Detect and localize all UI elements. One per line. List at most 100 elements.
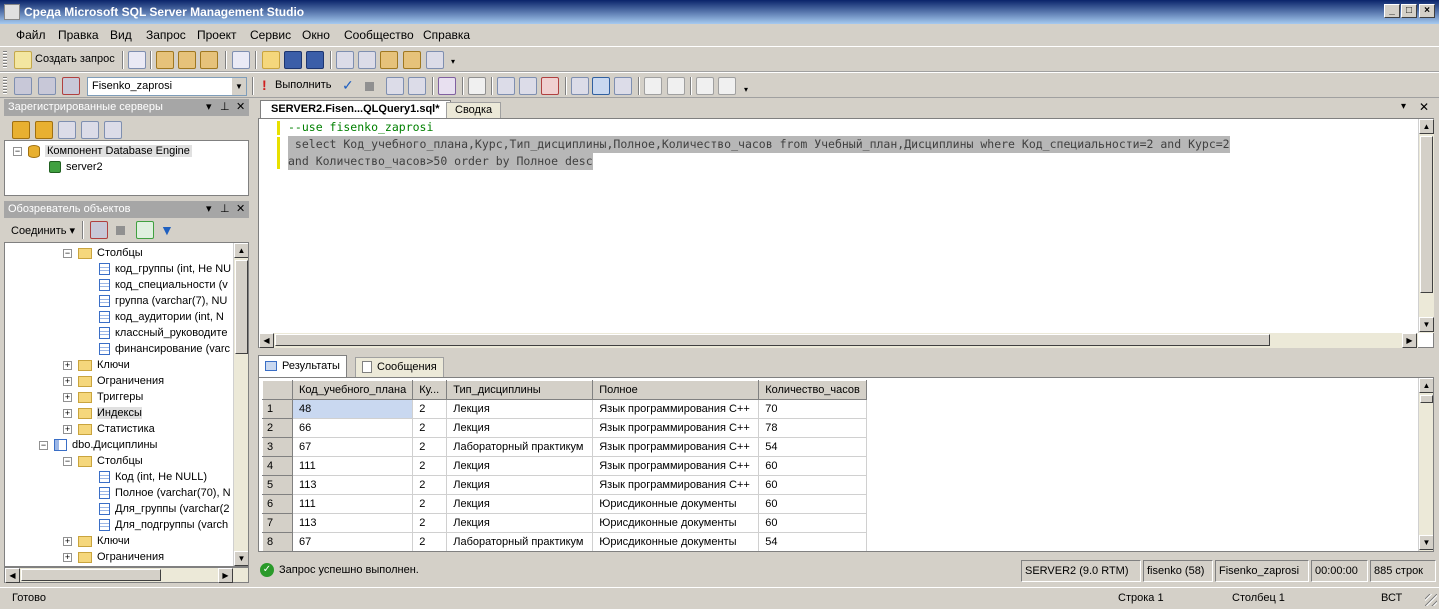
menu-file[interactable]: Файл (16, 28, 46, 42)
scroll-down-icon[interactable]: ▼ (1419, 317, 1434, 332)
increase-indent-icon[interactable] (718, 77, 736, 95)
scroll-right-icon[interactable]: ▶ (218, 568, 233, 583)
pin-icon[interactable]: ⊥ (220, 202, 230, 215)
decrease-indent-icon[interactable] (696, 77, 714, 95)
scroll-up-icon[interactable]: ▲ (1419, 119, 1434, 134)
grid-cell[interactable]: Язык программирования С++ (592, 418, 760, 438)
grid-cell[interactable]: Юрисдиконные документы (592, 513, 760, 533)
grid-vertical-scrollbar[interactable]: ▲ ▼ (1418, 378, 1433, 551)
tree-node-folder[interactable]: + Ключи (63, 357, 130, 373)
grid-cell[interactable]: 60 (758, 475, 867, 495)
grid-cell[interactable]: Лекция (446, 456, 594, 476)
menu-edit[interactable]: Правка (58, 28, 99, 42)
results-grid[interactable]: Код_учебного_плана Ку... Тип_дисциплины Пол… (262, 380, 867, 551)
grid-cell[interactable]: Юрисдиконные документы (592, 532, 760, 551)
tree-node-folder[interactable]: + Статистика (63, 421, 155, 437)
pane-close-icon[interactable]: ✕ (236, 100, 245, 113)
menu-window[interactable]: Окно (302, 28, 330, 42)
grid-corner[interactable] (262, 380, 293, 400)
grid-cell[interactable]: 67 (291, 532, 414, 551)
grid-cell[interactable]: 70 (758, 399, 867, 419)
tree-node-column[interactable]: Код (int, Не NULL) (99, 469, 207, 485)
grid-cell[interactable]: 2 (412, 437, 448, 457)
menu-query[interactable]: Запрос (146, 28, 186, 42)
expand-icon[interactable]: + (63, 408, 72, 418)
minimize-button[interactable]: _ (1384, 4, 1400, 18)
expand-icon[interactable]: + (63, 376, 72, 386)
integration-services-icon[interactable] (104, 121, 122, 139)
parse-checkmark-icon[interactable]: ✓ (342, 77, 354, 94)
menu-help[interactable]: Справка (423, 28, 470, 42)
grid-cell[interactable]: Язык программирования С++ (592, 475, 760, 495)
expand-icon[interactable]: + (63, 392, 72, 402)
results-to-grid-icon[interactable] (592, 77, 610, 95)
grid-cell[interactable]: 54 (758, 532, 867, 551)
grid-cell[interactable]: 2 (412, 418, 448, 438)
new-file-icon[interactable] (128, 51, 146, 69)
editor-vertical-scrollbar[interactable]: ▲ ▼ (1418, 119, 1434, 333)
connect-icon[interactable] (14, 77, 32, 95)
chevron-down-icon[interactable]: ▼ (232, 78, 246, 95)
grid-cell[interactable]: 54 (758, 437, 867, 457)
grid-cell[interactable]: Лекция (446, 513, 594, 533)
tree-node-column[interactable]: Полное (varchar(70), N (99, 485, 231, 501)
maximize-button[interactable]: □ (1401, 4, 1417, 18)
disconnect-icon[interactable] (62, 77, 80, 95)
table-row[interactable]: 6 111 2 Лекция Юрисдиконные документы 60 (262, 494, 867, 514)
menu-project[interactable]: Проект (197, 28, 237, 42)
row-number[interactable]: 8 (262, 532, 293, 551)
menu-community[interactable]: Сообщество (344, 28, 414, 42)
client-statistics-icon[interactable] (519, 77, 537, 95)
registered-servers-icon[interactable] (336, 51, 354, 69)
tab-summary[interactable]: Сводка (446, 102, 502, 118)
scroll-down-icon[interactable]: ▼ (1419, 535, 1433, 550)
xmla-query-icon[interactable] (200, 51, 218, 69)
grid-cell[interactable]: 2 (412, 494, 448, 514)
column-header[interactable]: Ку... (412, 380, 448, 400)
scroll-thumb[interactable] (21, 569, 161, 581)
toolbar-grip[interactable] (3, 51, 7, 69)
scroll-thumb[interactable] (1420, 136, 1433, 293)
expand-icon[interactable]: + (63, 360, 72, 370)
tree-node-column[interactable]: Для_подгруппы (varch (99, 517, 228, 533)
open-file-icon[interactable] (262, 51, 280, 69)
scroll-up-icon[interactable]: ▲ (234, 243, 248, 258)
grid-cell[interactable]: Лабораторный практикум (446, 532, 594, 551)
grid-cell[interactable]: 60 (758, 513, 867, 533)
tree-node-column[interactable]: код_аудитории (int, N (99, 309, 224, 325)
tab-results[interactable]: Результаты (258, 355, 347, 377)
save-all-icon[interactable] (306, 51, 324, 69)
close-button[interactable]: × (1419, 4, 1435, 18)
new-project-icon[interactable] (232, 51, 250, 69)
grid-cell[interactable]: Лабораторный практикум (446, 437, 594, 457)
toolbar-overflow-icon[interactable]: ▾ (451, 57, 455, 66)
grid-cell[interactable]: 60 (758, 494, 867, 514)
execute-button[interactable]: Выполнить (275, 79, 331, 91)
row-number[interactable]: 3 (262, 437, 293, 457)
scroll-left-icon[interactable]: ◀ (259, 333, 274, 348)
display-plan-icon[interactable] (386, 77, 404, 95)
tree-node-table[interactable]: − dbo.Дисциплины (39, 437, 157, 453)
column-header[interactable]: Тип_дисциплины (446, 380, 594, 400)
dmx-query-icon[interactable] (178, 51, 196, 69)
tab-list-icon[interactable]: ▾ (1401, 101, 1406, 112)
toolbox-icon[interactable] (426, 51, 444, 69)
grid-cell[interactable]: 66 (291, 418, 414, 438)
column-header[interactable]: Количество_часов (758, 380, 867, 400)
table-row[interactable]: 8 67 2 Лабораторный практикум Юрисдиконные д… (262, 532, 867, 551)
tree-node-server2[interactable]: server2 (49, 159, 103, 175)
intellisense-icon[interactable] (468, 77, 486, 95)
template-explorer-icon[interactable] (380, 51, 398, 69)
connect-button[interactable]: Соединить ▾ (11, 224, 75, 237)
grid-cell[interactable]: Юрисдиконные документы (592, 494, 760, 514)
collapse-icon[interactable]: − (39, 440, 48, 450)
sqlcmd-mode-icon[interactable] (541, 77, 559, 95)
tree-node-column[interactable]: классный_руководите (99, 325, 227, 341)
object-explorer-icon[interactable] (358, 51, 376, 69)
grid-cell[interactable]: 111 (291, 494, 414, 514)
tab-query[interactable]: SERVER2.Fisen...QLQuery1.sql* (260, 100, 451, 118)
row-number[interactable]: 5 (262, 475, 293, 495)
tree-node-folder[interactable]: + Ключи (63, 533, 130, 549)
grid-cell[interactable]: 2 (412, 399, 448, 419)
expand-icon[interactable]: + (63, 536, 72, 546)
